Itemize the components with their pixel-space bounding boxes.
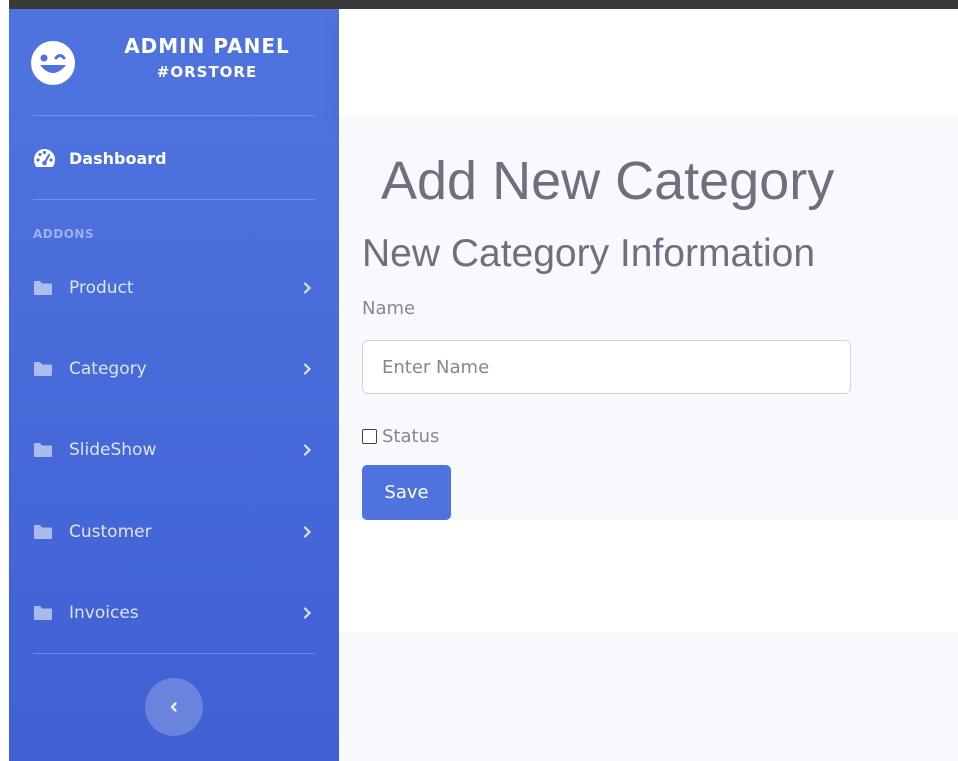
status-label: Status xyxy=(382,425,440,447)
sidebar-divider xyxy=(33,115,315,116)
folder-icon xyxy=(34,525,52,539)
folder-icon xyxy=(34,281,52,295)
sidebar: ADMIN PANEL #ORSTORE Dashboard ADDONS Pr… xyxy=(9,9,339,761)
sidebar-divider xyxy=(33,653,315,654)
chevron-right-icon xyxy=(303,607,312,619)
brand-title: ADMIN PANEL xyxy=(124,34,290,58)
sidebar-heading: ADDONS xyxy=(33,227,95,241)
name-input[interactable] xyxy=(362,340,851,394)
status-checkbox-row[interactable]: Status xyxy=(362,424,439,448)
laugh-wink-icon xyxy=(31,41,75,85)
window-top-border xyxy=(0,0,958,9)
sidebar-item-category[interactable]: Category xyxy=(33,354,315,384)
status-checkbox[interactable] xyxy=(362,428,377,444)
name-label: Name xyxy=(362,298,416,319)
save-button[interactable]: Save xyxy=(362,465,451,520)
sidebar-item-label: SlideShow xyxy=(69,440,157,460)
chevron-right-icon xyxy=(303,526,312,538)
folder-icon xyxy=(34,443,52,457)
brand-subtitle: #ORSTORE xyxy=(156,63,258,81)
sidebar-item-label: Category xyxy=(69,359,147,379)
chevron-right-icon xyxy=(303,282,312,294)
folder-icon xyxy=(34,362,52,376)
sidebar-brand[interactable]: ADMIN PANEL #ORSTORE xyxy=(9,9,339,115)
page-title: Add New Category xyxy=(381,151,835,211)
content-bottom-area xyxy=(339,632,958,761)
sidebar-item-label: Dashboard xyxy=(69,148,167,168)
brand-text: ADMIN PANEL #ORSTORE xyxy=(89,33,325,83)
chevron-left-icon xyxy=(170,702,177,712)
sidebar-item-slideshow[interactable]: SlideShow xyxy=(33,435,315,465)
content-footer-band xyxy=(339,520,958,632)
sidebar-toggle-button[interactable] xyxy=(145,678,203,736)
folder-icon xyxy=(34,606,52,620)
topbar xyxy=(339,9,958,115)
chevron-right-icon xyxy=(303,363,312,375)
sidebar-item-dashboard[interactable]: Dashboard xyxy=(33,145,167,171)
sidebar-item-label: Invoices xyxy=(69,603,139,623)
sidebar-item-label: Product xyxy=(69,278,134,298)
chevron-right-icon xyxy=(303,444,312,456)
sidebar-item-customer[interactable]: Customer xyxy=(33,517,315,547)
sidebar-item-invoices[interactable]: Invoices xyxy=(33,598,315,628)
tachometer-icon xyxy=(34,149,55,167)
sidebar-item-label: Customer xyxy=(69,522,152,542)
sidebar-item-product[interactable]: Product xyxy=(33,273,315,303)
sidebar-divider xyxy=(33,199,315,200)
section-title: New Category Information xyxy=(362,232,816,275)
window-left-margin xyxy=(0,0,9,761)
